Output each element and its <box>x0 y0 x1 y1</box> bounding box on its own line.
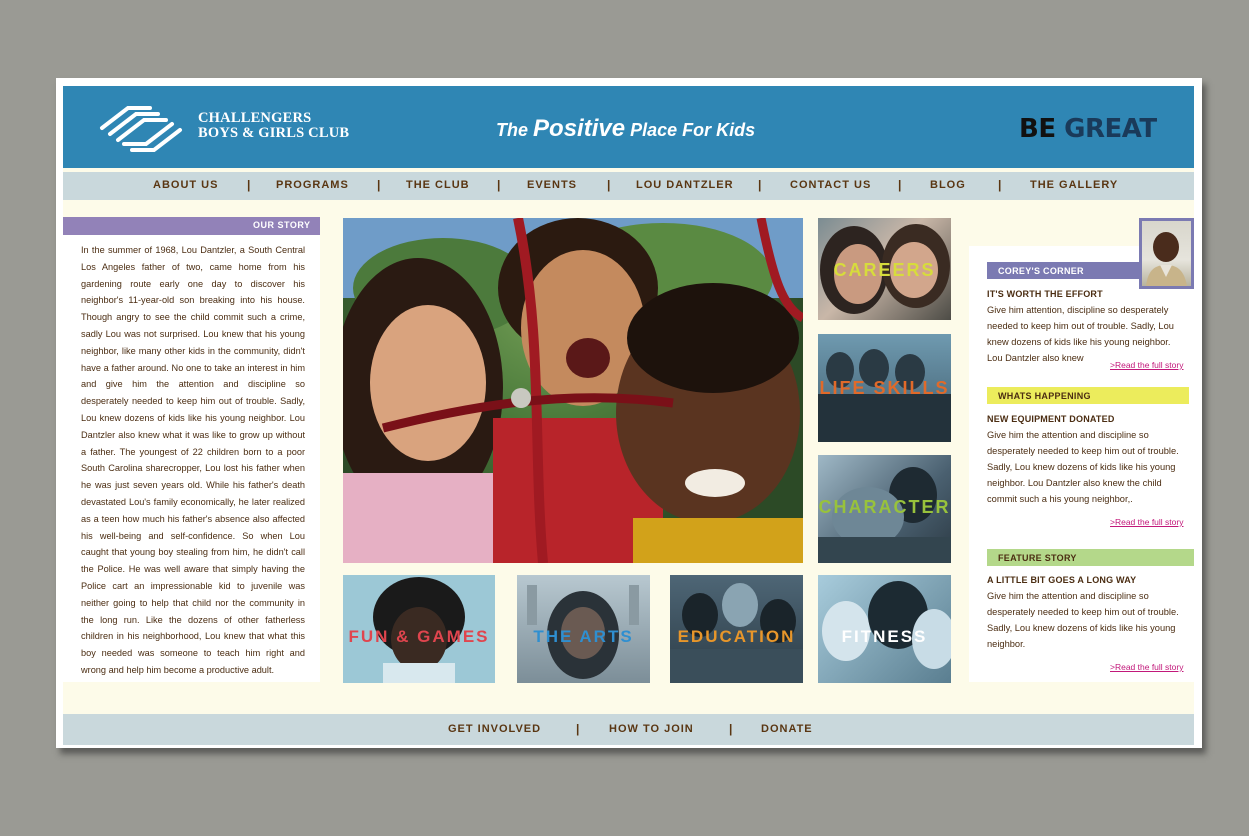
fun-games-tile[interactable]: FUN & GAMES <box>343 575 495 683</box>
club-name-line2: BOYS & GIRLS CLUB <box>198 125 350 141</box>
tagline-positive: Positive <box>533 115 626 142</box>
nav-separator: | <box>898 178 902 192</box>
nav-separator: | <box>607 178 611 192</box>
slogan-be: BE <box>1019 114 1056 144</box>
feature-story-heading: FEATURE STORY <box>998 553 1077 563</box>
the-arts-tile[interactable]: THE ARTS <box>517 575 650 683</box>
corey-photo <box>1142 221 1191 286</box>
nav-lou-dantzler[interactable]: LOU DANTZLER <box>636 179 734 191</box>
tagline: The Positive Place For Kids <box>496 115 755 143</box>
nav-events[interactable]: EVENTS <box>527 179 577 191</box>
nav-contact-us[interactable]: CONTACT US <box>790 179 871 191</box>
the-arts-label-text: THE ARTS <box>533 627 634 646</box>
feature-story-read-more-link[interactable]: >Read the full story <box>1110 662 1183 672</box>
footer-donate[interactable]: DONATE <box>761 723 813 735</box>
nav-the-gallery[interactable]: THE GALLERY <box>1030 179 1118 191</box>
nav-blog[interactable]: BLOG <box>930 179 966 191</box>
footer-separator: | <box>576 722 580 736</box>
fitness-label: FITNESS <box>818 627 951 647</box>
coreys-corner-body: Give him attention, discipline so desper… <box>987 305 1174 363</box>
character-label-text: CHARACTER <box>818 497 951 517</box>
our-story-heading: OUR STORY <box>253 220 311 230</box>
careers-label-text: CAREERS <box>833 260 936 280</box>
whats-happening-body: Give him the attention and discipline so… <box>987 430 1179 504</box>
whats-happening-title: NEW EQUIPMENT DONATED <box>987 414 1115 424</box>
nav-separator: | <box>758 178 762 192</box>
life-skills-label-text: LIFE SKILLS <box>819 378 950 398</box>
feature-story-body: Give him the attention and discipline so… <box>987 591 1179 649</box>
clasped-hands-logo-icon[interactable] <box>98 104 184 154</box>
education-tile[interactable]: EDUCATION <box>670 575 803 683</box>
nav-separator: | <box>998 178 1002 192</box>
club-name[interactable]: CHALLENGERS BOYS & GIRLS CLUB <box>198 111 349 141</box>
whats-happening-read-more-link[interactable]: >Read the full story <box>1110 517 1183 527</box>
the-arts-label: THE ARTS <box>517 627 650 647</box>
fitness-label-text: FITNESS <box>841 627 928 646</box>
nav-separator: | <box>497 178 501 192</box>
feature-story-title: A LITTLE BIT GOES A LONG WAY <box>987 575 1137 585</box>
nav-programs[interactable]: PROGRAMS <box>276 179 349 191</box>
our-story-body: In the summer of 1968, Lou Dantzler, a S… <box>81 245 305 675</box>
coreys-corner-title: IT'S WORTH THE EFFORT <box>987 289 1103 299</box>
corey-portrait <box>1146 232 1187 286</box>
footer-separator: | <box>729 722 733 736</box>
main-nav <box>63 172 1194 200</box>
careers-label: CAREERS <box>818 260 951 281</box>
coreys-corner-read-more-link[interactable]: >Read the full story <box>1110 360 1183 370</box>
club-name-line1: CHALLENGERS <box>198 110 312 126</box>
fun-games-label: FUN & GAMES <box>343 627 495 647</box>
corey-avatar <box>1139 218 1194 289</box>
footer-get-involved[interactable]: GET INVOLVED <box>448 723 541 735</box>
life-skills-tile[interactable]: LIFE SKILLS <box>818 334 951 442</box>
education-label-text: EDUCATION <box>677 627 796 646</box>
nav-the-club[interactable]: THE CLUB <box>406 179 470 191</box>
footer-how-to-join[interactable]: HOW TO JOIN <box>609 723 694 735</box>
character-label: CHARACTER <box>818 497 951 518</box>
fun-games-label-text: FUN & GAMES <box>348 627 490 646</box>
life-skills-label: LIFE SKILLS <box>818 378 951 399</box>
fitness-tile[interactable]: FITNESS <box>818 575 951 683</box>
education-label: EDUCATION <box>670 627 803 647</box>
whats-happening-heading: WHATS HAPPENING <box>998 391 1091 401</box>
be-great-slogan: BE GREAT <box>1019 114 1157 144</box>
character-tile[interactable]: CHARACTER <box>818 455 951 563</box>
tagline-rest: Place For Kids <box>630 120 756 140</box>
careers-tile[interactable]: CAREERS <box>818 218 951 320</box>
nav-separator: | <box>247 178 251 192</box>
coreys-corner-heading: COREY'S CORNER <box>998 266 1084 276</box>
hero-photo-kids <box>343 218 803 563</box>
hero-photo-illustration <box>343 218 803 563</box>
nav-about-us[interactable]: ABOUT US <box>153 179 218 191</box>
slogan-great: GREAT <box>1064 114 1157 144</box>
nav-separator: | <box>377 178 381 192</box>
tagline-the: The <box>496 120 529 140</box>
